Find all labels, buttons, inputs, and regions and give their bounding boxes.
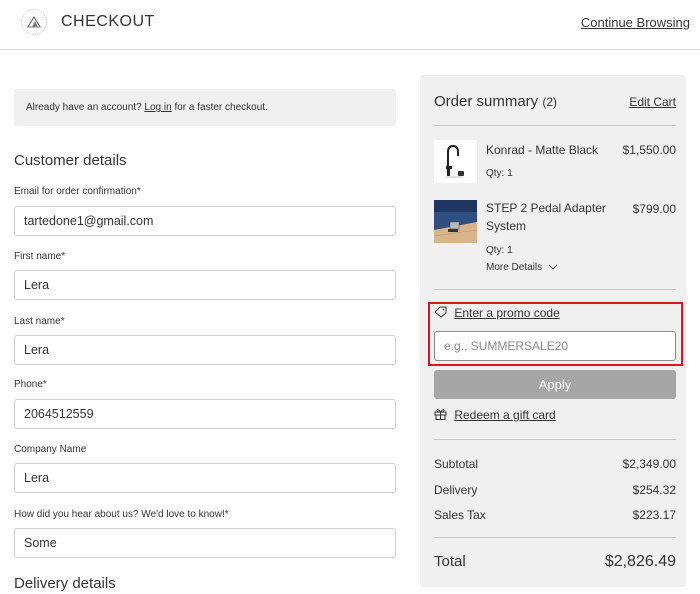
delivery-row: Delivery $254.32	[434, 483, 676, 497]
delivery-details-title: Delivery details	[14, 575, 116, 592]
delivery-value: $254.32	[632, 483, 676, 497]
email-field[interactable]	[14, 206, 396, 236]
last-name-field[interactable]	[14, 335, 396, 365]
last-name-label: Last name*	[14, 316, 65, 327]
header: CHECKOUT Continue Browsing	[0, 0, 700, 50]
promo-code-input[interactable]	[434, 331, 676, 361]
item-price: $799.00	[632, 202, 676, 216]
sales-tax-value: $223.17	[632, 508, 676, 522]
total-value: $2,826.49	[604, 553, 676, 570]
more-details-toggle[interactable]: More Details	[486, 262, 558, 273]
more-details-label: More Details	[486, 262, 543, 273]
first-name-label: First name*	[14, 251, 66, 262]
subtotal-value: $2,349.00	[622, 457, 676, 471]
phone-field[interactable]	[14, 399, 396, 429]
gift-card-toggle[interactable]: Redeem a gift card	[434, 408, 556, 422]
company-name-label: Company Name	[14, 444, 87, 455]
divider	[434, 537, 676, 538]
login-prompt-suffix: for a faster checkout.	[171, 102, 268, 113]
pedal-adapter-icon	[434, 200, 477, 243]
subtotal-row: Subtotal $2,349.00	[434, 457, 676, 471]
login-prompt-prefix: Already have an account?	[26, 102, 145, 113]
customer-details-title: Customer details	[14, 152, 127, 169]
order-summary-heading: Order summary	[434, 93, 539, 110]
order-summary-title: Order summary (2)	[434, 93, 557, 110]
gift-icon	[434, 409, 447, 420]
promo-code-link[interactable]: Enter a promo code	[454, 306, 559, 320]
divider	[434, 125, 676, 126]
login-link[interactable]: Log in	[144, 102, 171, 113]
email-label: Email for order confirmation*	[14, 186, 141, 197]
brand-logo-icon[interactable]	[20, 8, 48, 36]
item-qty: Qty: 1	[486, 245, 513, 256]
chevron-down-icon	[548, 265, 558, 271]
apply-promo-button[interactable]: Apply	[434, 370, 676, 399]
referral-source-field[interactable]	[14, 528, 396, 558]
divider	[434, 439, 676, 440]
item-name: STEP 2 Pedal Adapter System	[486, 201, 606, 233]
edit-cart-link[interactable]: Edit Cart	[629, 95, 676, 109]
continue-browsing-link[interactable]: Continue Browsing	[581, 15, 690, 30]
tag-icon	[434, 306, 447, 318]
first-name-field[interactable]	[14, 270, 396, 300]
total-row: Total $2,826.49	[434, 553, 676, 571]
login-prompt: Already have an account? Log in for a fa…	[14, 89, 396, 126]
delivery-label: Delivery	[434, 483, 478, 497]
sales-tax-label: Sales Tax	[434, 508, 486, 522]
sales-tax-row: Sales Tax $223.17	[434, 508, 676, 522]
item-qty: Qty: 1	[486, 168, 513, 179]
faucet-image	[434, 140, 477, 183]
item-name: Konrad - Matte Black	[486, 143, 599, 157]
order-item-count: (2)	[542, 95, 558, 109]
page-title: CHECKOUT	[61, 13, 155, 30]
redeem-gift-card-link[interactable]: Redeem a gift card	[454, 408, 555, 422]
subtotal-label: Subtotal	[434, 457, 479, 471]
total-label: Total	[434, 553, 466, 570]
pedal-adapter-image	[434, 200, 477, 243]
divider	[434, 289, 676, 290]
item-price: $1,550.00	[622, 143, 676, 157]
company-name-field[interactable]	[14, 463, 396, 493]
referral-source-label: How did you hear about us? We'd love to …	[14, 509, 229, 520]
phone-label: Phone*	[14, 379, 47, 390]
promo-code-toggle[interactable]: Enter a promo code	[434, 306, 560, 320]
faucet-icon	[434, 140, 477, 183]
